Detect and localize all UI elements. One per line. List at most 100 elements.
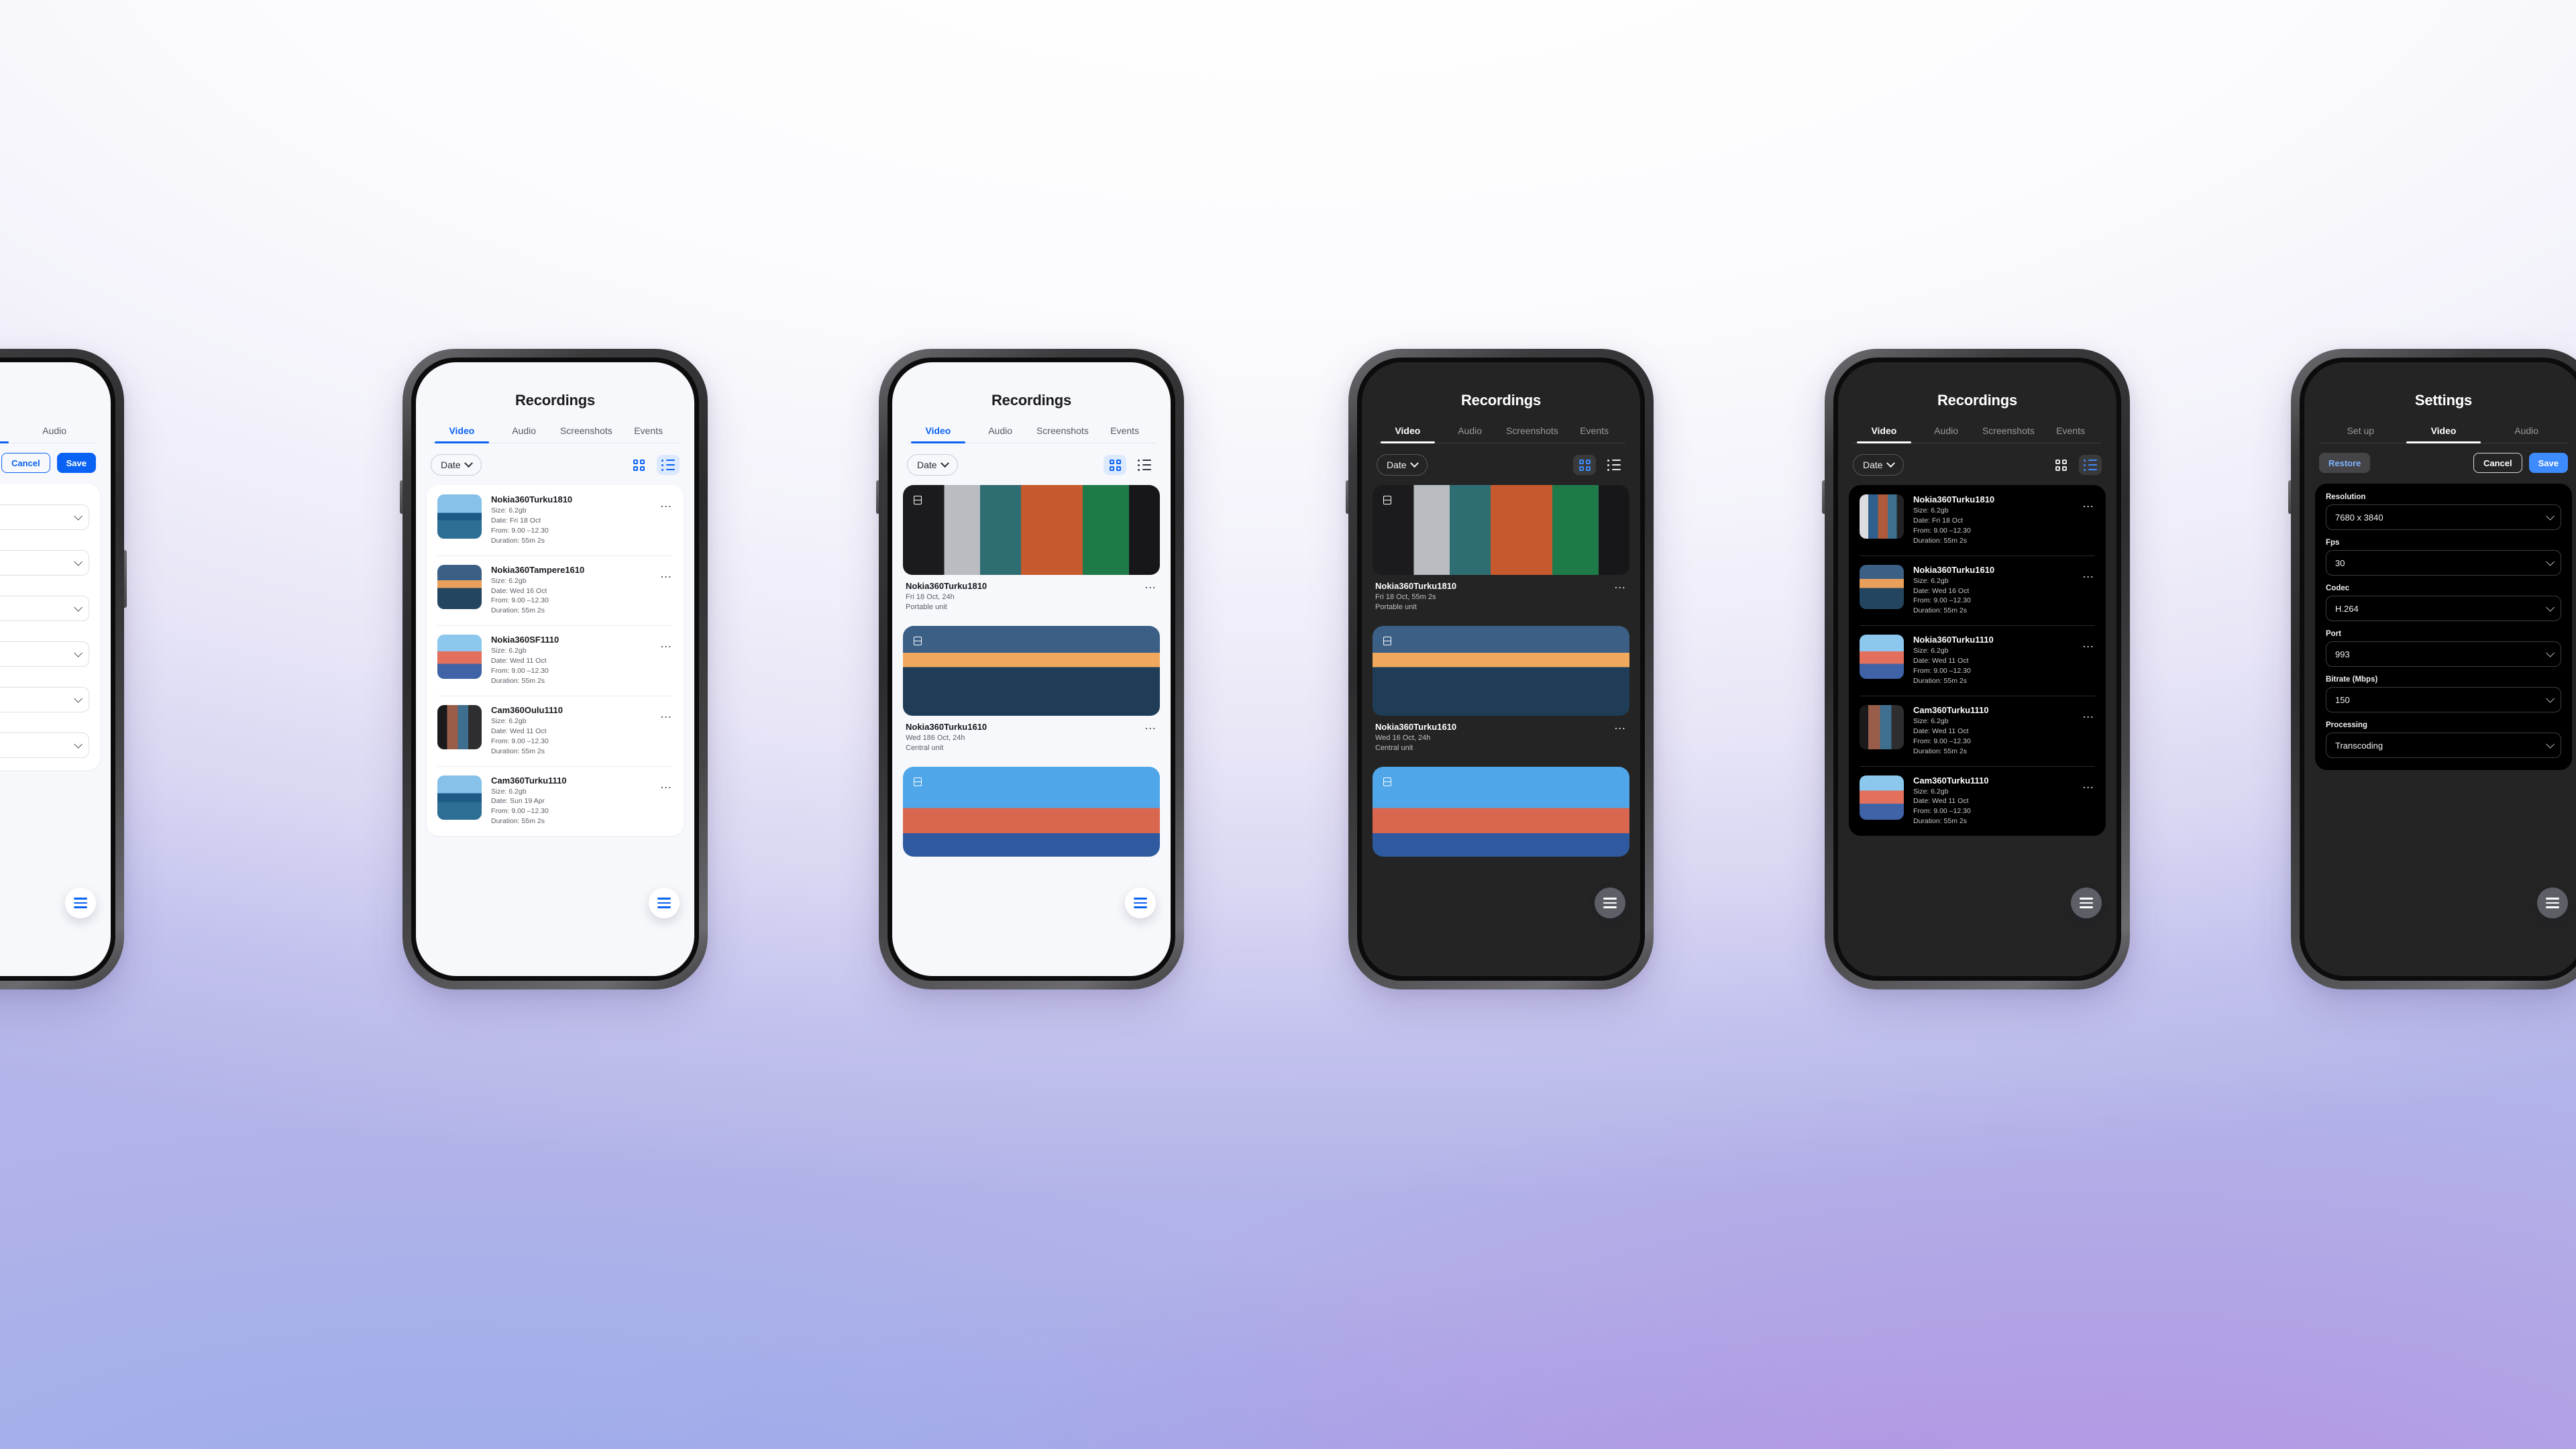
tab-set-up[interactable]: Set up bbox=[2319, 425, 2402, 443]
row-overflow-button[interactable]: … bbox=[660, 635, 673, 686]
tab-audio[interactable]: Audio bbox=[969, 425, 1032, 443]
phone-side-button[interactable] bbox=[400, 480, 402, 514]
table-row[interactable]: Nokia360Turku1610 Size: 6.2gb Date: Wed … bbox=[1849, 555, 2106, 626]
menu-fab-button[interactable] bbox=[65, 888, 96, 918]
table-row[interactable]: Cam360Turku1110 Size: 6.2gb Date: Wed 11… bbox=[1849, 695, 2106, 766]
sort-by-date-chip[interactable]: Date bbox=[431, 454, 482, 476]
port-select[interactable]: 993 bbox=[0, 641, 89, 667]
restore-button[interactable]: Restore bbox=[2319, 453, 2371, 473]
row-overflow-button[interactable]: … bbox=[2082, 635, 2095, 686]
grid-card[interactable] bbox=[903, 767, 1160, 857]
row-overflow-button[interactable]: … bbox=[2082, 565, 2095, 616]
phone-side-button[interactable] bbox=[124, 550, 127, 608]
grid-view-button[interactable] bbox=[627, 455, 650, 475]
menu-fab-button[interactable] bbox=[649, 888, 680, 918]
cancel-button[interactable]: Cancel bbox=[2473, 453, 2522, 473]
tab-events[interactable]: Events bbox=[1093, 425, 1156, 443]
resolution-select[interactable]: 7680 x 3840 bbox=[2326, 504, 2561, 530]
grid-view-button[interactable] bbox=[1573, 455, 1596, 475]
view-toggle bbox=[2049, 455, 2102, 475]
row-overflow-button[interactable]: … bbox=[660, 565, 673, 616]
grid-card-overflow-button[interactable]: … bbox=[1614, 578, 1627, 592]
sort-by-date-chip[interactable]: Date bbox=[907, 454, 958, 476]
chevron-down-icon bbox=[74, 557, 83, 566]
tab-screenshots[interactable]: Screenshots bbox=[1501, 425, 1564, 443]
list-view-button[interactable] bbox=[2079, 455, 2102, 475]
table-row[interactable]: Nokia360Turku1110 Size: 6.2gb Date: Wed … bbox=[1849, 625, 2106, 696]
row-overflow-button[interactable]: … bbox=[660, 775, 673, 827]
save-button[interactable]: Save bbox=[2528, 453, 2568, 473]
tab-audio[interactable]: Audio bbox=[13, 425, 96, 443]
sort-label: Date bbox=[917, 460, 937, 470]
grid-card[interactable]: Nokia360Turku1610 Wed 186 Oct, 24h Centr… bbox=[903, 626, 1160, 757]
tab-events[interactable]: Events bbox=[2039, 425, 2102, 443]
bitrate-select[interactable]: 150 bbox=[2326, 687, 2561, 712]
table-row[interactable]: Nokia360Turku1810 Size: 6.2gb Date: Fri … bbox=[1849, 485, 2106, 555]
processing-select[interactable]: Transcoding bbox=[2326, 733, 2561, 758]
row-overflow-button[interactable]: … bbox=[2082, 705, 2095, 757]
list-view-button[interactable] bbox=[1133, 455, 1156, 475]
row-duration: Duration: 55m 2s bbox=[1913, 676, 1967, 685]
grid-card[interactable] bbox=[1373, 767, 1629, 857]
port-select[interactable]: 993 bbox=[2326, 641, 2561, 667]
grid-card[interactable]: Nokia360Turku1610 Wed 16 Oct, 24h Centra… bbox=[1373, 626, 1629, 757]
bitrate-select[interactable]: 150 bbox=[0, 687, 89, 712]
field-bitrate: Bitrate (Mbps) 150 bbox=[2326, 676, 2561, 712]
sort-by-date-chip[interactable]: Date bbox=[1853, 454, 1904, 476]
phone-side-button[interactable] bbox=[876, 480, 879, 514]
row-overflow-button[interactable]: … bbox=[660, 705, 673, 757]
fps-select[interactable]: 30 bbox=[0, 550, 89, 576]
phone-side-button[interactable] bbox=[1822, 480, 1825, 514]
tab-audio[interactable]: Audio bbox=[2485, 425, 2568, 443]
tab-video[interactable]: Video bbox=[431, 425, 493, 443]
sort-by-date-chip[interactable]: Date bbox=[1377, 454, 1428, 476]
menu-fab-button[interactable] bbox=[2537, 888, 2568, 918]
tab-audio[interactable]: Audio bbox=[1915, 425, 1978, 443]
codec-select[interactable]: H.264 bbox=[0, 596, 89, 621]
resolution-select[interactable]: 7680 x 3840 bbox=[0, 504, 89, 530]
tab-video[interactable]: Video bbox=[907, 425, 969, 443]
phone-side-button[interactable] bbox=[2288, 480, 2291, 514]
grid-card[interactable]: Nokia360Turku1810 Fri 18 Oct, 24h Portab… bbox=[903, 485, 1160, 616]
tab-audio[interactable]: Audio bbox=[1439, 425, 1501, 443]
tab-video[interactable]: Video bbox=[0, 425, 13, 443]
table-row[interactable]: Nokia360Turku1810 Size: 6.2gb Date: Fri … bbox=[427, 485, 684, 555]
row-from: From: 9.00 –12.30 bbox=[491, 807, 549, 816]
menu-fab-button[interactable] bbox=[2071, 888, 2102, 918]
grid-view-button[interactable] bbox=[2049, 455, 2072, 475]
tab-video[interactable]: Video bbox=[1377, 425, 1439, 443]
cancel-button[interactable]: Cancel bbox=[1, 453, 50, 473]
codec-select[interactable]: H.264 bbox=[2326, 596, 2561, 621]
processing-select[interactable]: Transcoding bbox=[0, 733, 89, 758]
grid-card-overflow-button[interactable]: … bbox=[1144, 718, 1157, 733]
table-row[interactable]: Nokia360Tampere1610 Size: 6.2gb Date: We… bbox=[427, 555, 684, 626]
field-port: Port 993 bbox=[2326, 630, 2561, 667]
grid-card-overflow-button[interactable]: … bbox=[1614, 718, 1627, 733]
table-row[interactable]: Nokia360SF1110 Size: 6.2gb Date: Wed 11 … bbox=[427, 625, 684, 696]
table-row[interactable]: Cam360Turku1110 Size: 6.2gb Date: Sun 19… bbox=[427, 765, 684, 837]
fps-select[interactable]: 30 bbox=[2326, 550, 2561, 576]
grid-view-button[interactable] bbox=[1104, 455, 1126, 475]
tab-screenshots[interactable]: Screenshots bbox=[555, 425, 618, 443]
tab-video[interactable]: Video bbox=[1853, 425, 1915, 443]
save-button[interactable]: Save bbox=[56, 453, 96, 473]
tab-events[interactable]: Events bbox=[617, 425, 680, 443]
thumbnail bbox=[903, 485, 1160, 575]
row-overflow-button[interactable]: … bbox=[2082, 494, 2095, 546]
grid-card[interactable]: Nokia360Turku1810 Fri 18 Oct, 55m 2s Por… bbox=[1373, 485, 1629, 616]
list-view-button[interactable] bbox=[1603, 455, 1625, 475]
tab-screenshots[interactable]: Screenshots bbox=[1978, 425, 2040, 443]
tab-screenshots[interactable]: Screenshots bbox=[1032, 425, 1094, 443]
tab-audio[interactable]: Audio bbox=[493, 425, 555, 443]
table-row[interactable]: Cam360Oulu1110 Size: 6.2gb Date: Wed 11 … bbox=[427, 695, 684, 766]
menu-fab-button[interactable] bbox=[1125, 888, 1156, 918]
tab-video[interactable]: Video bbox=[2402, 425, 2485, 443]
tab-events[interactable]: Events bbox=[1563, 425, 1625, 443]
phone-side-button[interactable] bbox=[1346, 480, 1348, 514]
row-overflow-button[interactable]: … bbox=[660, 494, 673, 546]
menu-fab-button[interactable] bbox=[1595, 888, 1625, 918]
table-row[interactable]: Cam360Turku1110 Size: 6.2gb Date: Wed 11… bbox=[1849, 765, 2106, 837]
list-view-button[interactable] bbox=[657, 455, 680, 475]
row-overflow-button[interactable]: … bbox=[2082, 775, 2095, 827]
grid-card-overflow-button[interactable]: … bbox=[1144, 578, 1157, 592]
